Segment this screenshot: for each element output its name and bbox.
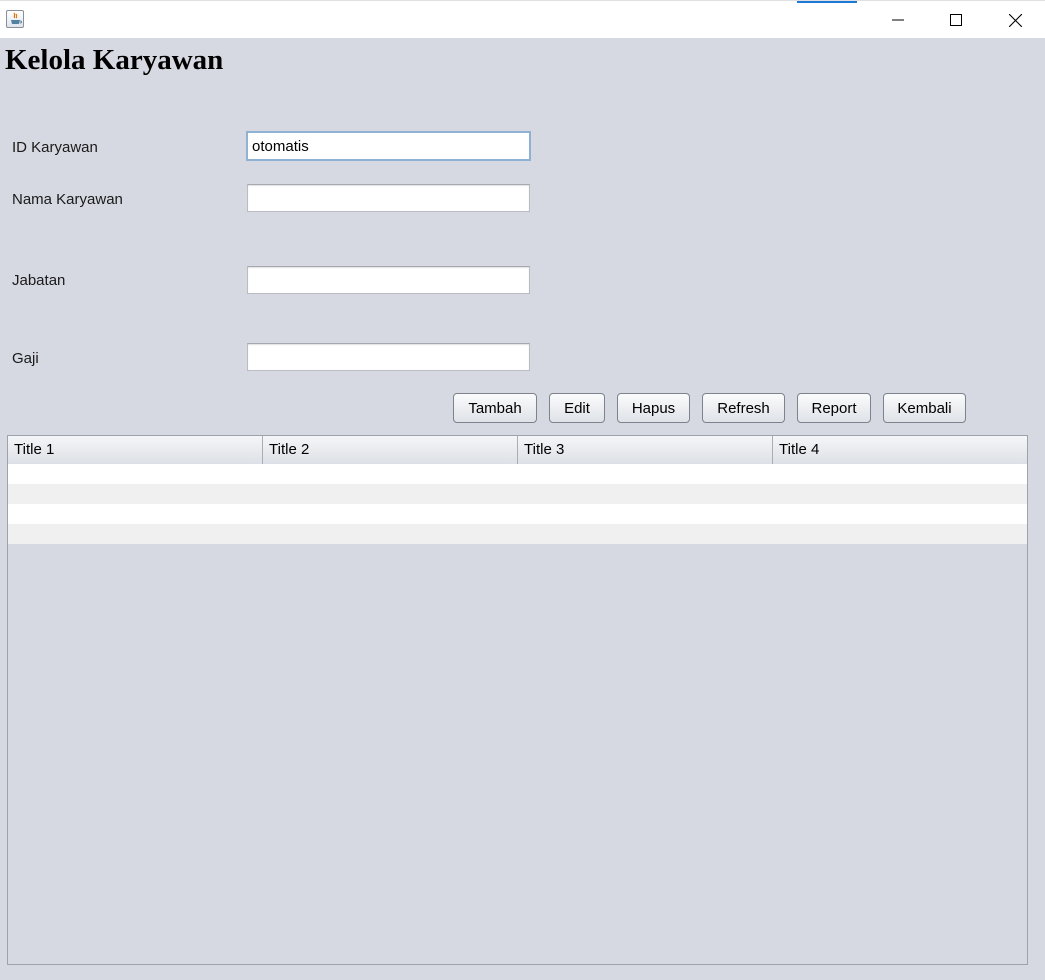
table-cell[interactable] <box>518 524 773 544</box>
maximize-icon <box>950 14 962 26</box>
table-cell[interactable] <box>772 504 1027 524</box>
minimize-icon <box>892 19 904 21</box>
table-header: Title 1 Title 2 Title 3 Title 4 <box>8 436 1027 465</box>
table-row[interactable] <box>8 524 1027 544</box>
table-cell[interactable] <box>8 484 263 504</box>
java-app-icon[interactable] <box>6 10 24 28</box>
page-title: Kelola Karyawan <box>5 44 224 76</box>
tambah-button[interactable]: Tambah <box>453 393 537 423</box>
column-header[interactable]: Title 2 <box>263 436 518 464</box>
gaji-input[interactable] <box>247 343 530 371</box>
kembali-button[interactable]: Kembali <box>883 393 966 423</box>
report-button[interactable]: Report <box>797 393 871 423</box>
maximize-button[interactable] <box>927 1 985 39</box>
table-cell[interactable] <box>8 464 263 484</box>
table-row[interactable] <box>8 504 1027 524</box>
column-header[interactable]: Title 4 <box>773 436 1027 464</box>
karyawan-table[interactable]: Title 1 Title 2 Title 3 Title 4 <box>7 435 1028 965</box>
table-row[interactable] <box>8 464 1027 484</box>
table-cell[interactable] <box>518 464 773 484</box>
table-cell[interactable] <box>8 524 263 544</box>
window-titlebar <box>0 0 1045 38</box>
table-cell[interactable] <box>772 524 1027 544</box>
refresh-button[interactable]: Refresh <box>702 393 785 423</box>
minimize-button[interactable] <box>869 1 927 39</box>
id-karyawan-input[interactable] <box>246 131 531 161</box>
table-body <box>8 464 1027 544</box>
table-cell[interactable] <box>8 504 263 524</box>
jabatan-input[interactable] <box>247 266 530 294</box>
column-header[interactable]: Title 3 <box>518 436 773 464</box>
titlebar-accent-line <box>797 1 857 3</box>
table-cell[interactable] <box>263 524 518 544</box>
nama-karyawan-input[interactable] <box>247 184 530 212</box>
id-karyawan-label: ID Karyawan <box>12 139 98 156</box>
nama-karyawan-label: Nama Karyawan <box>12 191 123 208</box>
table-cell[interactable] <box>263 484 518 504</box>
table-cell[interactable] <box>772 464 1027 484</box>
table-cell[interactable] <box>263 464 518 484</box>
table-cell[interactable] <box>263 504 518 524</box>
column-header[interactable]: Title 1 <box>8 436 263 464</box>
gaji-label: Gaji <box>12 350 39 367</box>
jabatan-label: Jabatan <box>12 272 66 289</box>
close-button[interactable] <box>986 1 1044 39</box>
edit-button[interactable]: Edit <box>549 393 605 423</box>
hapus-button[interactable]: Hapus <box>617 393 690 423</box>
table-cell[interactable] <box>518 504 773 524</box>
table-row[interactable] <box>8 484 1027 504</box>
close-icon <box>1008 13 1022 27</box>
table-cell[interactable] <box>518 484 773 504</box>
table-cell[interactable] <box>772 484 1027 504</box>
